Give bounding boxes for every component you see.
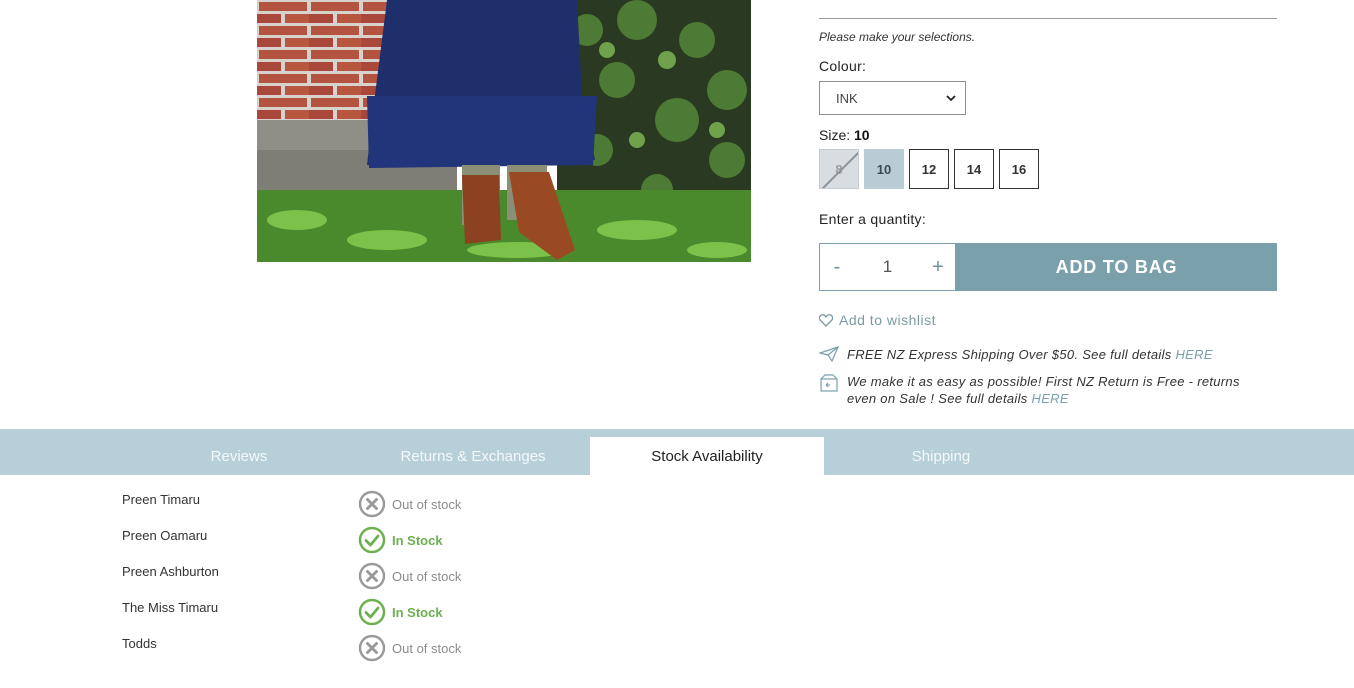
section-divider (819, 18, 1277, 19)
quantity-stepper: - 1 + (819, 243, 956, 291)
colour-selected-value: INK (836, 90, 858, 106)
returns-details-link[interactable]: HERE (1032, 391, 1069, 406)
size-option-14[interactable]: 14 (954, 149, 994, 189)
add-to-wishlist-link[interactable]: Add to wishlist (819, 312, 936, 328)
colour-label: Colour: (819, 58, 867, 74)
size-option-label: 16 (1011, 161, 1027, 177)
quantity-increase-button[interactable]: + (921, 256, 955, 279)
product-image (257, 0, 751, 262)
stock-status: Out of stock (358, 490, 461, 518)
store-name: The Miss Timaru (122, 600, 219, 615)
out-of-stock-icon (358, 634, 386, 662)
tab-shipping[interactable]: Shipping (824, 437, 1058, 475)
quantity-input[interactable]: 1 (854, 257, 921, 277)
store-name: Preen Timaru (122, 492, 201, 507)
size-option-12[interactable]: 12 (909, 149, 949, 189)
product-info-tabs: Reviews Returns & Exchanges Stock Availa… (0, 429, 1354, 475)
unavailable-strike (821, 150, 858, 188)
selection-prompt: Please make your selections. (819, 30, 976, 44)
stock-status-text: Out of stock (392, 568, 462, 584)
size-options: 8 10 12 14 16 (819, 149, 1039, 189)
wishlist-label: Add to wishlist (839, 312, 936, 328)
size-option-label: 14 (966, 161, 982, 177)
size-option-8[interactable]: 8 (819, 149, 859, 189)
stock-status: In Stock (358, 526, 443, 554)
store-name: Todds (122, 636, 157, 651)
size-option-10[interactable]: 10 (864, 149, 904, 189)
returns-info: We make it as easy as possible! First NZ… (819, 373, 1269, 407)
quantity-label: Enter a quantity: (819, 211, 927, 227)
stock-status-text: Out of stock (392, 496, 462, 512)
out-of-stock-icon (358, 490, 386, 518)
add-to-bag-button[interactable]: ADD TO BAG (956, 243, 1277, 291)
store-name: Preen Ashburton (122, 564, 219, 579)
out-of-stock-icon (358, 562, 386, 590)
chevron-down-icon (946, 95, 956, 102)
heart-icon (819, 313, 833, 327)
in-stock-check-icon (358, 526, 386, 554)
stock-status: Out of stock (358, 562, 461, 590)
shipping-info: FREE NZ Express Shipping Over $50. See f… (819, 346, 1213, 363)
size-label: Size: 10 (819, 127, 870, 143)
stock-status: In Stock (358, 598, 443, 626)
shipping-details-link[interactable]: HERE (1175, 347, 1212, 362)
return-box-icon (820, 374, 838, 392)
size-option-label: 10 (876, 161, 892, 177)
tab-returns-exchanges[interactable]: Returns & Exchanges (356, 437, 590, 475)
stock-status: Out of stock (358, 634, 461, 662)
stock-status-text: In Stock (392, 532, 443, 548)
shipping-text: FREE NZ Express Shipping Over $50. See f… (847, 347, 1176, 362)
in-stock-check-icon (358, 598, 386, 626)
size-option-label: 12 (921, 161, 937, 177)
stock-status-text: In Stock (392, 604, 443, 620)
paper-plane-icon (819, 346, 839, 362)
quantity-decrease-button[interactable]: - (820, 256, 854, 279)
store-name: Preen Oamaru (122, 528, 208, 543)
stock-status-text: Out of stock (392, 640, 462, 656)
tab-reviews[interactable]: Reviews (122, 437, 356, 475)
colour-select[interactable]: INK (819, 81, 966, 115)
size-selected-value: 10 (854, 127, 870, 143)
size-label-text: Size: (819, 127, 851, 143)
tab-stock-availability[interactable]: Stock Availability (590, 437, 824, 475)
size-option-16[interactable]: 16 (999, 149, 1039, 189)
